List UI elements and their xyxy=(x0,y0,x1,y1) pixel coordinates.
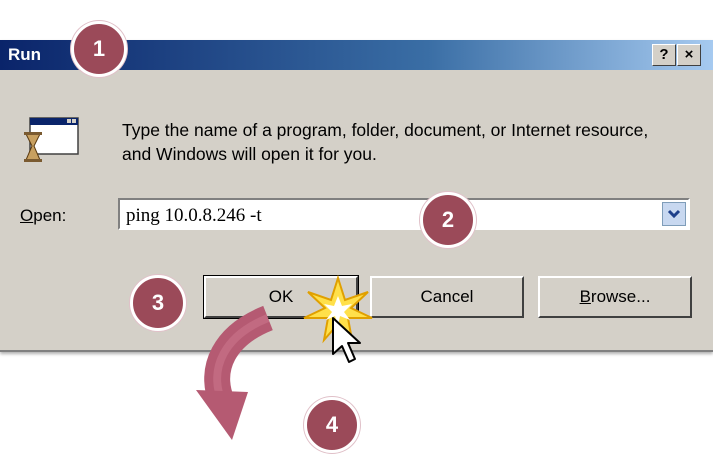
ok-button[interactable]: OK xyxy=(203,275,359,319)
browse-button[interactable]: Browse... xyxy=(538,276,692,318)
callout-badge-2: 2 xyxy=(420,192,476,248)
open-label: Open: xyxy=(20,206,66,226)
browse-label-rest: rowse... xyxy=(590,287,651,306)
close-button[interactable]: × xyxy=(677,44,701,66)
open-input[interactable]: ping 10.0.8.246 -t xyxy=(126,205,262,227)
open-combobox[interactable]: ping 10.0.8.246 -t xyxy=(118,198,690,230)
callout-badge-4: 4 xyxy=(304,397,360,453)
dropdown-button[interactable] xyxy=(662,202,686,226)
open-accel: O xyxy=(20,206,34,225)
callout-badge-1: 1 xyxy=(71,21,127,77)
callout-badge-3: 3 xyxy=(130,275,186,331)
description-text: Type the name of a program, folder, docu… xyxy=(122,120,649,164)
window-title: Run xyxy=(8,45,42,64)
cancel-button[interactable]: Cancel xyxy=(370,276,524,318)
browse-accel: B xyxy=(579,287,591,306)
chevron-down-icon xyxy=(667,209,681,219)
help-button[interactable]: ? xyxy=(652,44,676,66)
open-label-rest: pen: xyxy=(33,206,67,225)
run-dialog: Run ? × Type the name of a program, fold… xyxy=(0,40,713,352)
run-program-icon xyxy=(24,117,79,162)
